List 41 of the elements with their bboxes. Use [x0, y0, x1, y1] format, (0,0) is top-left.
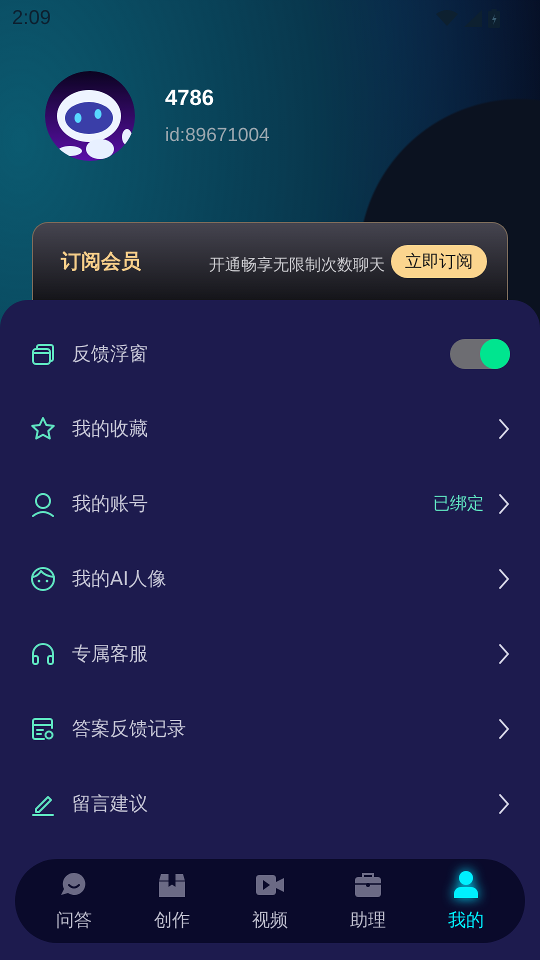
menu-item[interactable]: 反馈浮窗 [0, 316, 540, 391]
membership-title: 订阅会员 [61, 248, 141, 275]
nav-tab[interactable]: 创作 [132, 870, 212, 932]
menu-item[interactable]: 专属客服 [0, 616, 540, 691]
subscribe-button[interactable]: 立即订阅 [391, 245, 487, 278]
user-id: id:89671004 [165, 125, 270, 147]
membership-description: 开通畅享无限制次数聊天 [209, 255, 385, 276]
menu-label: 我的AI人像 [72, 566, 167, 592]
menu-label: 反馈浮窗 [72, 342, 148, 366]
menu-label: 我的账号 [72, 492, 148, 516]
nav-tab[interactable]: 视频 [230, 870, 310, 932]
briefcase-icon [353, 870, 383, 900]
nav-tab[interactable]: 助理 [328, 870, 408, 932]
menu-label: 留言建议 [72, 792, 148, 816]
menu-label: 答案反馈记录 [72, 716, 186, 742]
menu-item[interactable]: 答案反馈记录 [0, 691, 540, 766]
menu-item[interactable]: 我的AI人像 [0, 541, 540, 616]
star-icon [30, 416, 56, 442]
battery-icon [488, 8, 500, 28]
menu-item[interactable]: 我的收藏 [0, 391, 540, 466]
chevron-right-icon [498, 792, 510, 814]
headphones-icon [30, 640, 56, 666]
toggle-switch[interactable] [450, 338, 510, 368]
nav-tab[interactable]: 问答 [34, 870, 114, 932]
user-name: 4786 [165, 85, 215, 111]
user-icon [30, 490, 56, 516]
menu-label: 我的收藏 [72, 416, 148, 442]
menu-item[interactable]: 留言建议 [0, 766, 540, 841]
status-label: 已绑定 [433, 493, 484, 515]
face-icon [30, 566, 56, 592]
chevron-right-icon [498, 492, 510, 514]
nav-tab[interactable]: 我的 [426, 870, 506, 932]
chevron-right-icon [498, 418, 510, 440]
menu-item[interactable]: 我的账号 已绑定 [0, 466, 540, 541]
document-icon [30, 716, 56, 742]
status-time: 2:09 [12, 6, 51, 30]
menu-label: 专属客服 [72, 642, 148, 666]
chevron-right-icon [498, 642, 510, 664]
chevron-right-icon [498, 718, 510, 740]
chevron-right-icon [498, 568, 510, 590]
person-icon [451, 870, 481, 900]
